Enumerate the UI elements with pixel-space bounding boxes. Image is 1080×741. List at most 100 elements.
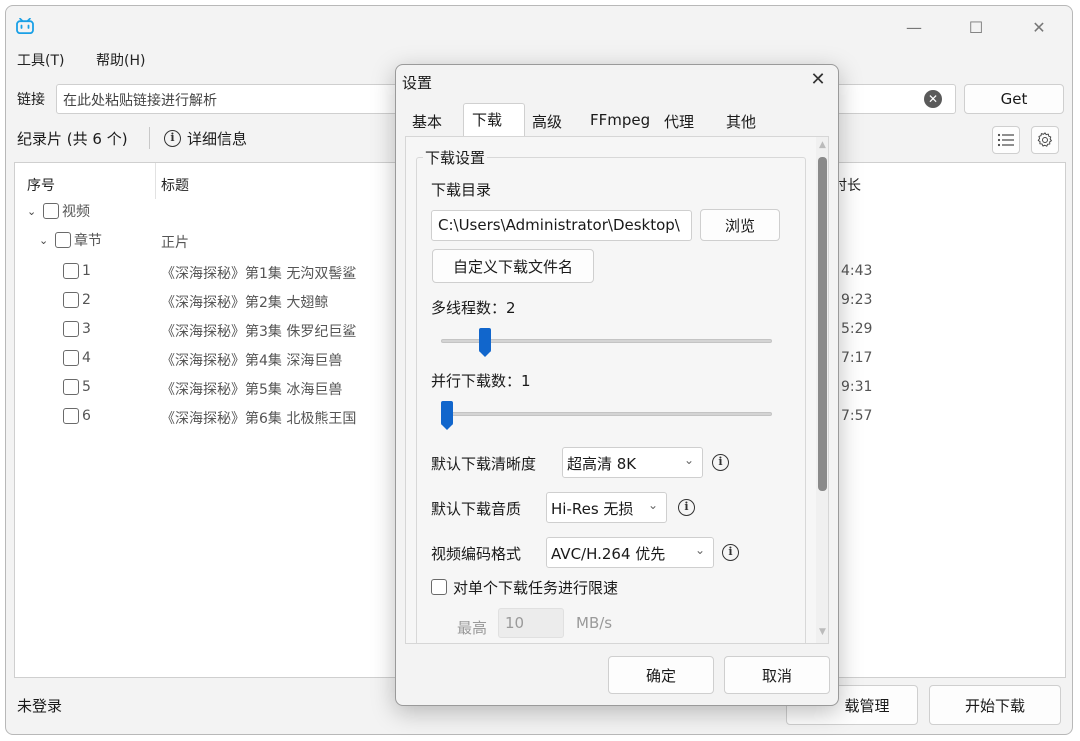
clear-url-button[interactable]: ✕ [924, 90, 942, 108]
gear-icon [1037, 132, 1052, 147]
row-duration: 9:31 [841, 379, 873, 395]
row-title: 《深海探秘》第3集 侏罗纪巨鲨 [161, 324, 357, 340]
row-index: 3 [82, 321, 91, 337]
close-icon: ✕ [810, 69, 826, 90]
app-logo-icon [16, 18, 34, 34]
scroll-down-icon[interactable]: ▼ [816, 627, 828, 641]
table-row[interactable]: 3 [63, 315, 91, 343]
menu-tools[interactable]: 工具(T) [17, 50, 64, 70]
tab-advanced[interactable]: 高级 [532, 111, 562, 133]
speed-limit-option[interactable]: 对单个下载任务进行限速 [431, 573, 618, 601]
ok-button[interactable]: 确定 [608, 656, 714, 694]
max-speed-unit: MB/s [576, 614, 613, 632]
login-status: 未登录 [17, 697, 63, 715]
row-checkbox[interactable] [63, 379, 79, 395]
row-title: 《深海探秘》第5集 冰海巨兽 [161, 382, 343, 398]
tab-basic[interactable]: 基本 [412, 111, 442, 133]
row-index: 2 [82, 292, 91, 308]
table-row[interactable]: 5 [63, 373, 91, 401]
row-checkbox[interactable] [63, 321, 79, 337]
row-duration: 9:23 [841, 292, 873, 308]
get-button[interactable]: Get [964, 84, 1064, 114]
menu-help[interactable]: 帮助(H) [96, 50, 145, 70]
chevron-down-icon: ⌄ [694, 543, 705, 557]
cancel-button[interactable]: 取消 [724, 656, 830, 694]
divider [149, 127, 150, 149]
tab-content: 下载设置 下载目录 C:\Users\Administrator\Desktop… [405, 136, 829, 644]
tree-group-chapter[interactable]: ⌄ 章节 [39, 226, 102, 254]
list-view-button[interactable] [992, 126, 1020, 154]
max-speed-input[interactable]: 10 [498, 608, 564, 638]
row-title: 《深海探秘》第6集 北极熊王国 [161, 411, 357, 427]
tab-proxy[interactable]: 代理 [664, 111, 694, 133]
chapter-title: 正片 [161, 235, 189, 251]
row-title: 《深海探秘》第2集 大翅鲸 [161, 295, 329, 311]
audio-label: 默认下载音质 [431, 500, 522, 518]
download-dir-label: 下载目录 [431, 181, 492, 199]
url-label: 链接 [17, 92, 45, 108]
chevron-down-icon: ⌄ [683, 453, 694, 467]
table-row[interactable]: 1 [63, 257, 91, 285]
settings-dialog: 设置 ✕ 基本 下载 高级 FFmpeg 代理 其他 下载设置 下载目录 C:\… [395, 64, 839, 706]
start-download-button[interactable]: 开始下载 [929, 685, 1061, 725]
chevron-down-icon[interactable]: ⌄ [27, 205, 39, 218]
dialog-close-button[interactable]: ✕ [806, 68, 830, 92]
quality-select[interactable]: 超高清 8K ⌄ [562, 447, 703, 478]
speed-limit-checkbox[interactable] [431, 579, 447, 595]
settings-button[interactable] [1031, 126, 1059, 154]
table-row[interactable]: 4 [63, 344, 91, 372]
header-title: 标题 [161, 178, 189, 194]
audio-select[interactable]: Hi-Res 无损 ⌄ [546, 492, 667, 523]
maximize-button[interactable]: ☐ [953, 12, 999, 42]
quality-label: 默认下载清晰度 [431, 455, 537, 473]
browse-button[interactable]: 浏览 [700, 209, 780, 241]
video-checkbox[interactable] [43, 203, 59, 219]
parallel-slider-thumb[interactable] [441, 401, 453, 430]
row-index: 4 [82, 350, 91, 366]
scrollbar-thumb[interactable] [818, 157, 827, 491]
parallel-slider-track[interactable] [441, 412, 772, 416]
row-duration: 7:57 [841, 408, 873, 424]
row-checkbox[interactable] [63, 263, 79, 279]
info-icon[interactable]: i [722, 544, 739, 561]
details-link[interactable]: i 详细信息 [164, 128, 247, 149]
tab-download[interactable]: 下载 [472, 109, 502, 131]
chevron-down-icon[interactable]: ⌄ [39, 234, 51, 247]
tab-ffmpeg[interactable]: FFmpeg [590, 111, 650, 133]
row-duration: 7:17 [841, 350, 873, 366]
codec-value: AVC/H.264 优先 [551, 545, 666, 563]
row-checkbox[interactable] [63, 350, 79, 366]
group-title: 下载设置 [423, 147, 488, 168]
info-icon[interactable]: i [712, 454, 729, 471]
row-index: 1 [82, 263, 91, 279]
tree-group-video[interactable]: ⌄ 视频 [27, 197, 90, 225]
clear-icon: ✕ [927, 92, 939, 106]
close-window-button[interactable]: ✕ [1016, 12, 1062, 42]
row-duration: 5:29 [841, 321, 873, 337]
column-divider [155, 163, 156, 199]
tab-other[interactable]: 其他 [726, 111, 756, 133]
list-icon [997, 133, 1014, 147]
row-title: 《深海探秘》第4集 深海巨兽 [161, 353, 343, 369]
table-row[interactable]: 2 [63, 286, 91, 314]
chapter-checkbox[interactable] [55, 232, 71, 248]
details-label: 详细信息 [187, 130, 248, 148]
result-summary: 纪录片 (共 6 个) [17, 130, 128, 148]
speed-limit-label: 对单个下载任务进行限速 [453, 578, 619, 597]
row-index: 5 [82, 379, 91, 395]
info-icon[interactable]: i [678, 499, 695, 516]
custom-filename-button[interactable]: 自定义下载文件名 [432, 249, 594, 283]
threads-label: 多线程数：2 [431, 299, 516, 317]
table-row[interactable]: 6 [63, 402, 91, 430]
info-icon: i [164, 130, 181, 147]
close-icon: ✕ [1032, 17, 1046, 37]
scroll-up-icon[interactable]: ▲ [816, 140, 828, 154]
row-index: 6 [82, 408, 91, 424]
minimize-button[interactable]: — [891, 12, 937, 42]
row-checkbox[interactable] [63, 408, 79, 424]
row-checkbox[interactable] [63, 292, 79, 308]
title-bar: — ☐ ✕ [6, 6, 1072, 46]
download-dir-input[interactable]: C:\Users\Administrator\Desktop\ [431, 210, 692, 241]
codec-select[interactable]: AVC/H.264 优先 ⌄ [546, 537, 714, 568]
threads-slider-thumb[interactable] [479, 328, 492, 357]
